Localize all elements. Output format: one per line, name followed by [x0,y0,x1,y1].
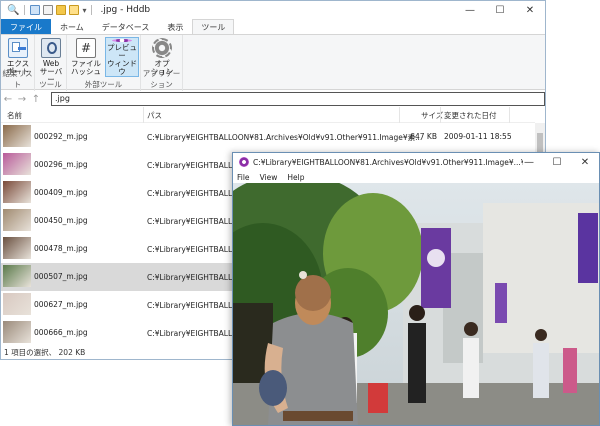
window-title: .jpg - Hddb [100,5,151,15]
group-label-tools: ツール [39,80,62,89]
file-name: 000478_m.jpg [34,244,88,253]
up-icon[interactable]: ↑ [29,94,43,105]
preview-title: C:¥Library¥EIGHTBALLOON¥81.Archives¥Old¥… [253,157,523,167]
column-divider[interactable] [440,107,441,123]
preview-window-icon [112,39,132,42]
preview-title-bar: C:¥Library¥EIGHTBALLOON¥81.Archives¥Old¥… [233,153,599,171]
menu-help[interactable]: Help [287,173,304,182]
file-thumbnail [3,293,31,315]
column-header-name[interactable]: 名前 [7,110,22,121]
group-label-application: アプリケーション [142,69,181,89]
menu-view[interactable]: View [260,173,278,182]
file-size: 647 KB [410,132,437,141]
close-button[interactable]: ✕ [515,1,545,19]
column-divider[interactable] [509,107,510,123]
tab-tools[interactable]: ツール [192,19,235,34]
preview-app-icon [239,157,249,167]
column-divider[interactable] [143,107,144,123]
qat-separator [91,5,93,15]
tab-home[interactable]: ホーム [51,19,93,34]
preview-maximize-button[interactable]: ☐ [543,153,571,171]
preview-photo [233,183,599,425]
new-window-icon[interactable] [30,5,41,15]
file-thumbnail [3,237,31,259]
preview-window-controls: — ☐ ✕ [515,153,599,171]
file-name: 000627_m.jpg [34,300,88,309]
forward-icon[interactable]: → [15,94,29,105]
window-controls: — ☐ ✕ [455,1,545,19]
preview-close-button[interactable]: ✕ [571,153,599,171]
column-header-path[interactable]: パス [147,110,162,121]
file-row[interactable]: 000292_m.jpg C:¥Library¥EIGHTBALLOON¥81.A… [1,123,535,151]
tab-view[interactable]: 表示 [158,19,192,34]
preview-window: C:¥Library¥EIGHTBALLOON¥81.Archives¥Old¥… [232,152,600,426]
file-hash-button[interactable]: # ファイル ハッシュ [70,37,102,76]
file-name: 000666_m.jpg [34,328,88,337]
export-icon [8,38,28,58]
preview-window-button[interactable]: プレビュー ウィンドウ [105,37,139,77]
options-gear-icon [152,38,172,58]
group-label-result-list: 結果リスト [2,69,33,89]
qat-separator [24,5,26,15]
ribbon-group-application: オプ ション アプリケーション [141,35,183,91]
file-thumbnail [3,153,31,175]
open-folder-icon[interactable] [69,5,80,15]
file-name: 000409_m.jpg [34,188,88,197]
file-thumbnail [3,125,31,147]
column-divider[interactable] [399,107,400,123]
tab-file[interactable]: ファイル [1,19,51,34]
minimize-button[interactable]: — [455,1,485,19]
web-server-button[interactable]: Web サーバー [37,37,65,84]
maximize-button[interactable]: ☐ [485,1,515,19]
file-thumbnail [3,265,31,287]
file-thumbnail [3,181,31,203]
file-name: 000450_m.jpg [34,216,88,225]
ribbon-group-external-tools: # ファイル ハッシュ プレビュー ウィンドウ 外部ツール [67,35,141,91]
preview-minimize-button[interactable]: — [515,153,543,171]
address-bar: ← → ↑ .jpg [1,91,545,107]
file-path: C:¥Library¥EIGHTBALLOON¥81.Archives¥Old¥… [147,133,423,142]
file-date: 2009-01-11 18:55 [444,132,512,141]
file-hash-icon: # [76,38,96,58]
ribbon-tabs: ファイル ホーム データベース 表示 ツール [1,19,545,34]
column-headers: 名前 パス サイズ 変更された日付 [1,107,535,123]
preview-menu-bar: File View Help [233,171,599,183]
ribbon-group-tools: Web サーバー ツール [35,35,67,91]
web-server-icon [41,38,61,58]
menu-file[interactable]: File [237,173,250,182]
preview-label-1: プレビュー [107,43,137,60]
folder-icon[interactable] [56,5,67,15]
file-name: 000507_m.jpg [34,272,88,281]
file-thumbnail [3,321,31,343]
search-query-input[interactable]: .jpg [51,92,545,106]
quick-access-toolbar: 🔍 ▾ [1,5,94,16]
document-icon[interactable] [43,5,54,15]
preview-label-2: ウィンドウ [107,59,137,76]
ribbon-group-result-list: エクス ポート 結果リスト [1,35,35,91]
back-icon[interactable]: ← [1,94,15,105]
title-bar: 🔍 ▾ .jpg - Hddb — ☐ ✕ [1,1,545,19]
column-header-date[interactable]: 変更された日付 [444,110,497,121]
file-name: 000296_m.jpg [34,160,88,169]
tab-database[interactable]: データベース [93,19,159,34]
hash-label-2: ハッシュ [71,67,101,76]
group-label-external-tools: 外部ツール [84,80,123,89]
file-name: 000292_m.jpg [34,132,88,141]
ribbon: エクス ポート 結果リスト Web サーバー ツール # ファイル ハッシュ プ… [1,34,545,91]
file-thumbnail [3,209,31,231]
qat-dropdown-icon[interactable]: ▾ [82,6,86,15]
search-icon[interactable]: 🔍 [7,5,19,16]
